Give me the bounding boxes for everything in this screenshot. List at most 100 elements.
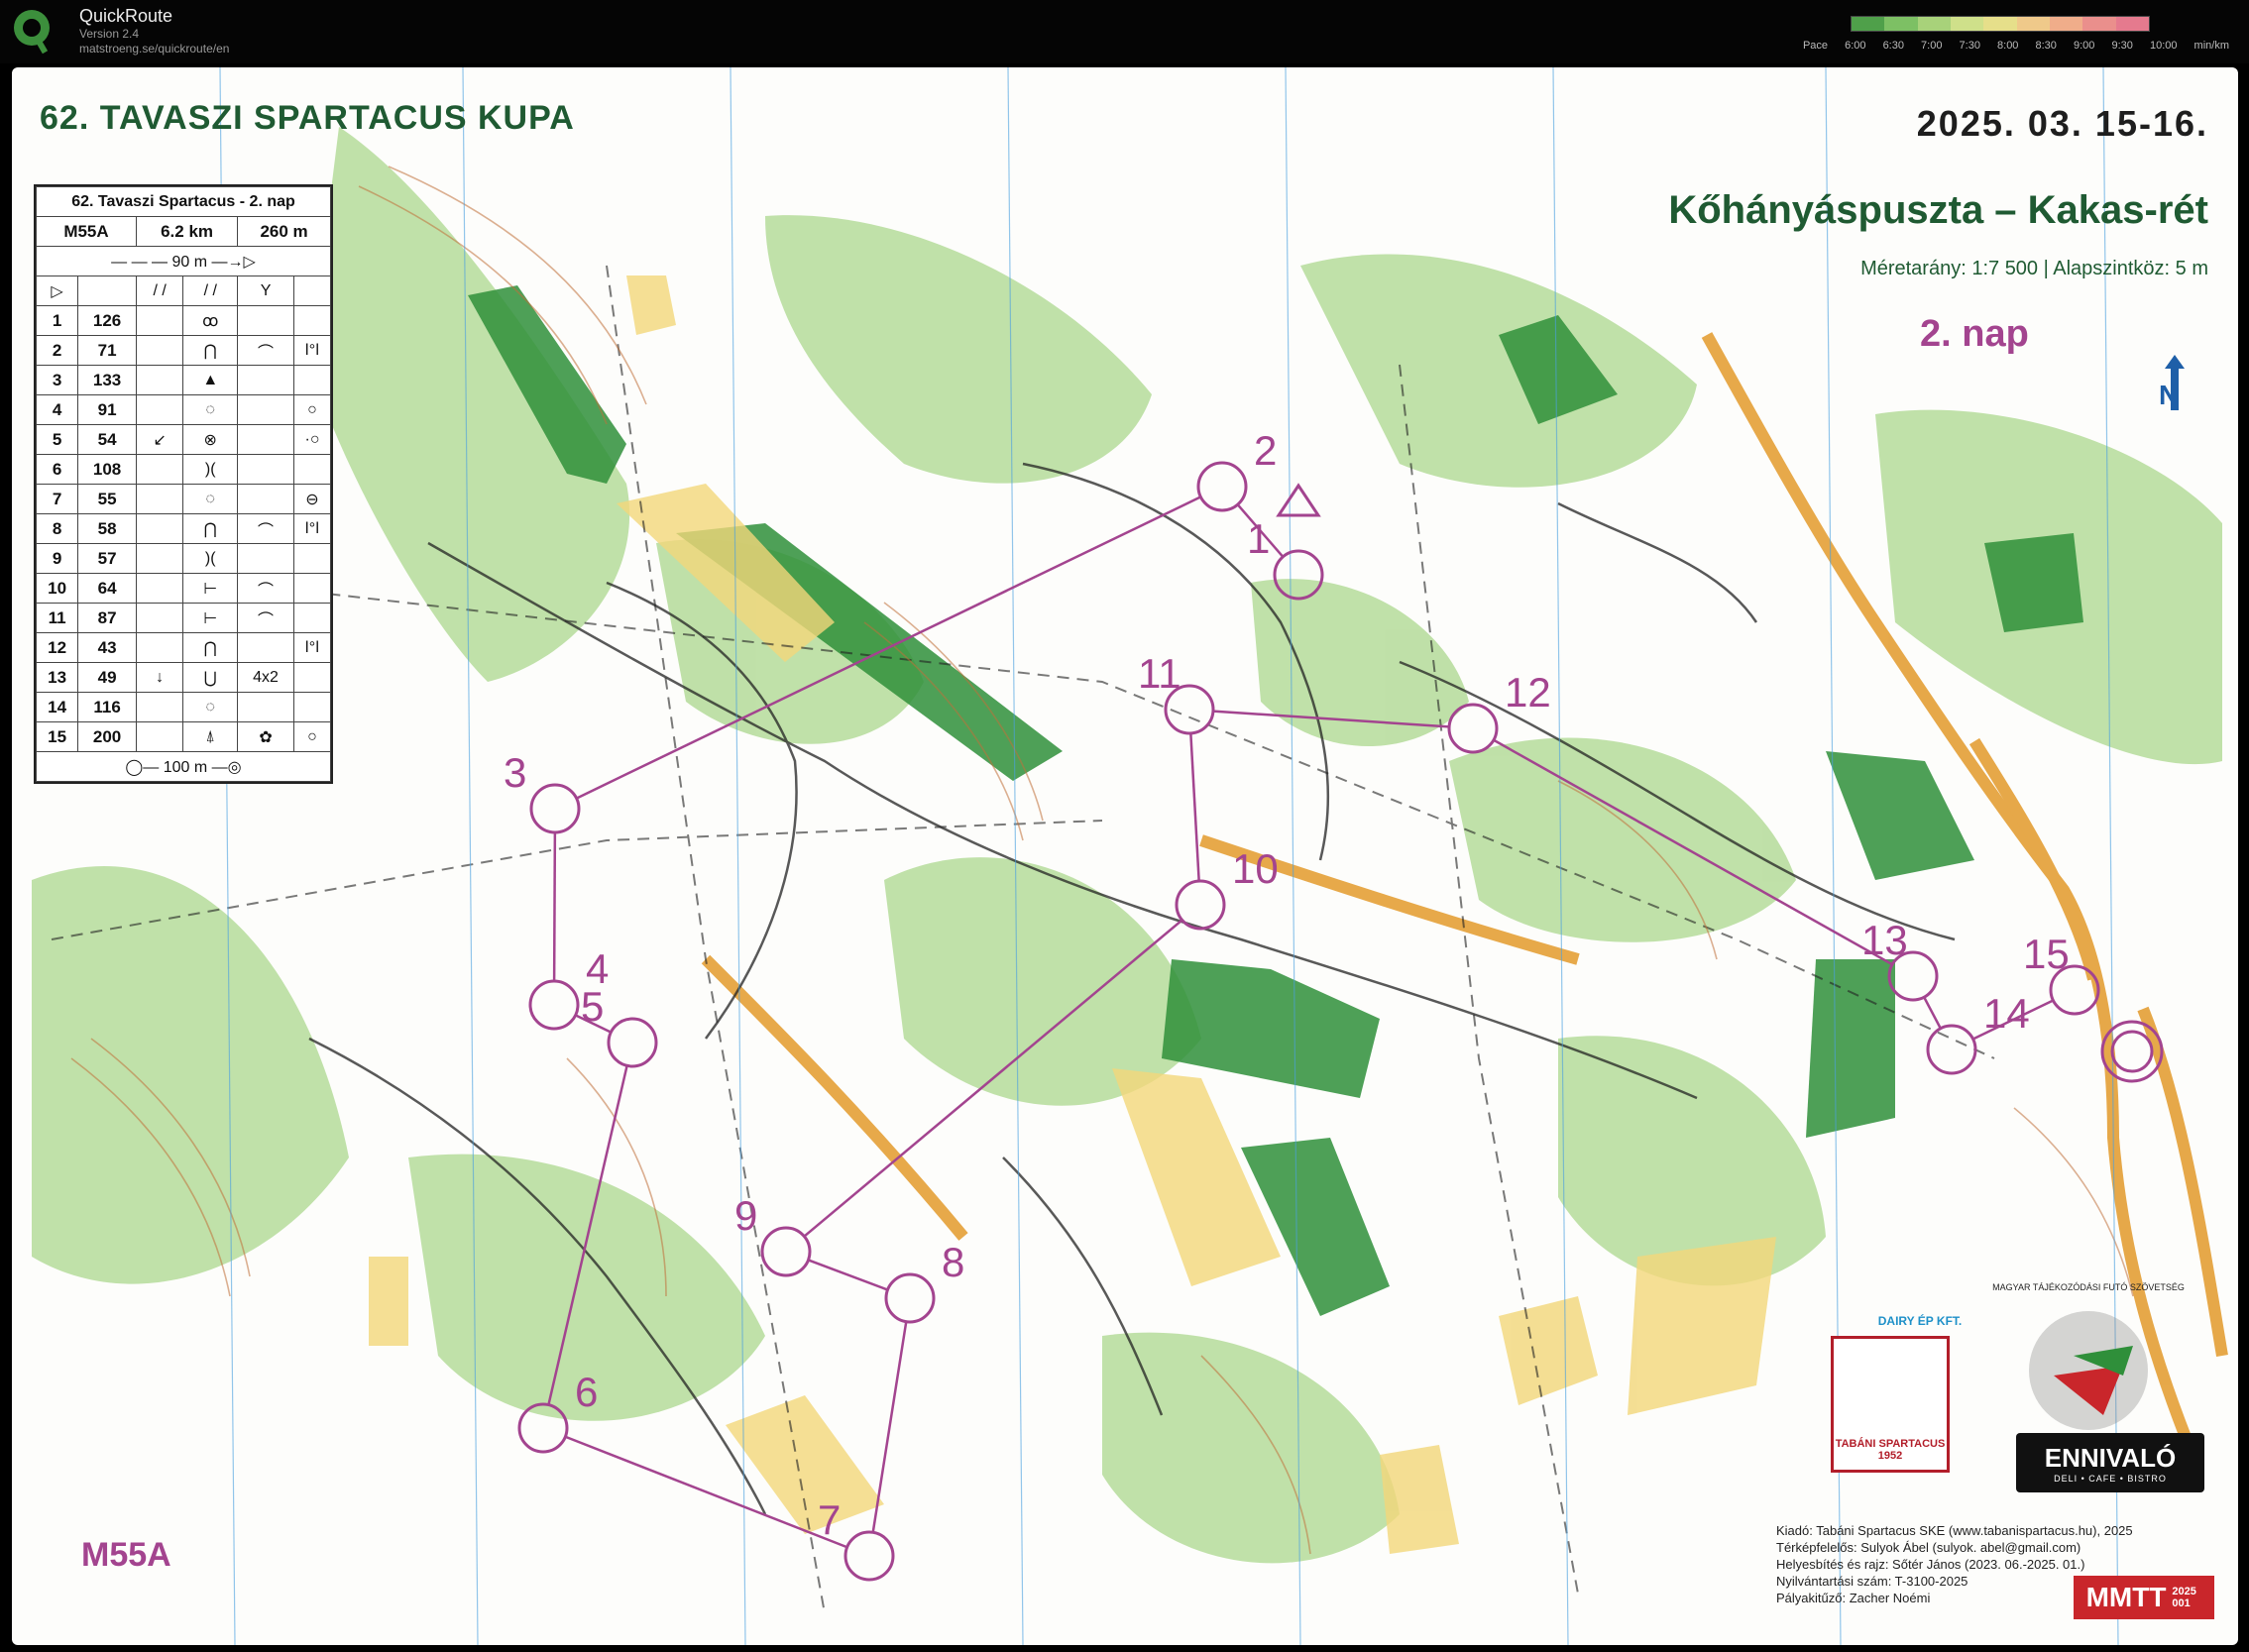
- pace-tick: 8:00: [1997, 40, 2019, 52]
- description-cell-d: [135, 543, 184, 574]
- description-cell-d: [135, 573, 184, 604]
- finish-circle: [2110, 1030, 2154, 1073]
- description-cell-c: ꝏ: [182, 305, 239, 336]
- description-cell-d: [135, 484, 184, 514]
- description-row: 9 57)(: [35, 543, 332, 574]
- description-cell-f: [292, 365, 332, 395]
- control-circle: [1447, 703, 1499, 754]
- control-number: 14: [1983, 990, 2030, 1037]
- pace-tick: 7:00: [1921, 40, 1943, 52]
- mmtt-code: 2025 001: [2172, 1586, 2196, 1609]
- control-number: 11: [1138, 650, 1181, 697]
- app-url: matstroeng.se/quickroute/en: [79, 42, 230, 55]
- description-cell-code: 126: [77, 305, 137, 336]
- mtfsz-name: MAGYAR TÁJÉKOZÓDÁSI FUTÓ SZÖVETSÉG: [1992, 1282, 2185, 1292]
- description-cell-d: ↙: [135, 424, 184, 455]
- description-row: 14 116 ◌: [35, 692, 332, 722]
- course-class: M55A: [36, 216, 137, 247]
- control-number: 9: [734, 1192, 757, 1239]
- quickroute-window: QuickRoute Version 2.4 matstroeng.se/qui…: [0, 0, 2249, 1652]
- spartacus-logo-year: 1952: [1877, 1450, 1903, 1462]
- description-cell-n: 5: [35, 424, 79, 455]
- description-cell-f: ǀ°ǀ: [292, 513, 332, 544]
- pace-color-swatch: [1983, 17, 2017, 31]
- description-row: 1 126 ꝏ: [35, 305, 332, 336]
- description-cell-e: [237, 692, 294, 722]
- description-cell-f: ·○: [292, 424, 332, 455]
- quickroute-logo-icon: [14, 10, 50, 55]
- pace-tick: 6:00: [1845, 40, 1866, 52]
- description-cell-d: [135, 335, 184, 366]
- description-cell-c: ◌: [182, 484, 239, 514]
- ennivalo-logo-text: ENNIVALÓ: [2044, 1442, 2177, 1473]
- control-circle: [607, 1017, 658, 1068]
- description-cell-code: 71: [77, 335, 137, 366]
- description-cell-f: ○: [292, 394, 332, 425]
- description-cell-d: ↓: [135, 662, 184, 693]
- description-cell-e: ⌒: [237, 335, 294, 366]
- description-cell-d: [135, 305, 184, 336]
- control-number: 15: [2023, 931, 2070, 977]
- description-cell-e: [237, 305, 294, 336]
- event-name: 62. Tavaszi Spartacus - 2. nap: [36, 186, 331, 217]
- pace-color-scale: [1851, 16, 2150, 32]
- pace-tick: 9:00: [2073, 40, 2095, 52]
- description-row: 11 87 ⊢ ⌒: [35, 603, 332, 633]
- app-version: Version 2.4: [79, 27, 140, 41]
- description-cell-f: [292, 692, 332, 722]
- description-cell-e: [237, 632, 294, 663]
- description-cell-f: [292, 305, 332, 336]
- description-cell-f: ǀ°ǀ: [292, 335, 332, 366]
- credit-line: Kiadó: Tabáni Spartacus SKE (www.tabanis…: [1776, 1523, 2133, 1538]
- description-cell-e: [237, 394, 294, 425]
- dairy-logo: DAIRY ÉP KFT.: [1865, 1314, 1974, 1328]
- ennivalo-logo-sub: DELI • CAFE • BISTRO: [2054, 1473, 2167, 1484]
- description-cell-n: 2: [35, 335, 79, 366]
- description-row: 5 54 ↙ ⊗ ·○: [35, 424, 332, 455]
- control-number: 7: [818, 1496, 841, 1543]
- description-cell-d: [135, 721, 184, 752]
- description-cell-f: [292, 454, 332, 485]
- orienteering-map[interactable]: N 1 2 3 4 5 6 7 8 9 10 11 12 13 14 15 62. TAVASZI SPAR…: [12, 67, 2238, 1645]
- description-cell-n: 1: [35, 305, 79, 336]
- pace-color-swatch: [1917, 17, 1951, 31]
- course-leg: [808, 1259, 888, 1291]
- map-area-name: Kőhányáspuszta – Kakas-rét: [1668, 188, 2208, 232]
- control-number: 10: [1232, 845, 1279, 892]
- pace-color-swatch: [2016, 17, 2050, 31]
- course-climb: 260 m: [237, 216, 331, 247]
- map-date: 2025. 03. 15-16.: [1916, 103, 2208, 144]
- start-marking: — — — 90 m —→▷: [36, 246, 331, 276]
- pace-unit: min/km: [2193, 40, 2229, 52]
- description-cell-f: [292, 662, 332, 693]
- description-row: 7 55 ◌ ⊖: [35, 484, 332, 514]
- course-leg: [1923, 996, 1942, 1030]
- description-cell-e: [237, 454, 294, 485]
- description-cell-n: 13: [35, 662, 79, 693]
- map-title: 62. TAVASZI SPARTACUS KUPA: [40, 99, 575, 137]
- description-cell-c: ⋂: [182, 335, 239, 366]
- description-row: 13 49 ↓ ⋃ 4x2: [35, 662, 332, 693]
- description-row: 12 43 ⋂ ǀ°ǀ: [35, 632, 332, 663]
- control-number: 13: [1861, 917, 1908, 963]
- pace-tick: 7:30: [1959, 40, 1980, 52]
- top-bar: QuickRoute Version 2.4 matstroeng.se/qui…: [0, 0, 2249, 63]
- description-cell-code: 57: [77, 543, 137, 574]
- description-cell-f: ⊖: [292, 484, 332, 514]
- description-row: 4 91 ◌ ○: [35, 394, 332, 425]
- control-circle: [1175, 879, 1226, 931]
- pace-color-swatch: [1852, 17, 1885, 31]
- start-icon: ▷: [35, 275, 79, 306]
- description-cell-d: [135, 454, 184, 485]
- pace-tick: 10:00: [2149, 40, 2178, 52]
- description-cell-n: 9: [35, 543, 79, 574]
- description-cell-c: ◌: [182, 394, 239, 425]
- description-cell-d: [135, 365, 184, 395]
- mmtt-logo: MMTT 2025 001: [2074, 1576, 2214, 1619]
- control-circle: [1196, 461, 1248, 512]
- description-cell-c: ⊗: [182, 424, 239, 455]
- description-cell-n: 3: [35, 365, 79, 395]
- pace-color-swatch: [2049, 17, 2083, 31]
- description-cell-d: [135, 394, 184, 425]
- description-cell-f: [292, 543, 332, 574]
